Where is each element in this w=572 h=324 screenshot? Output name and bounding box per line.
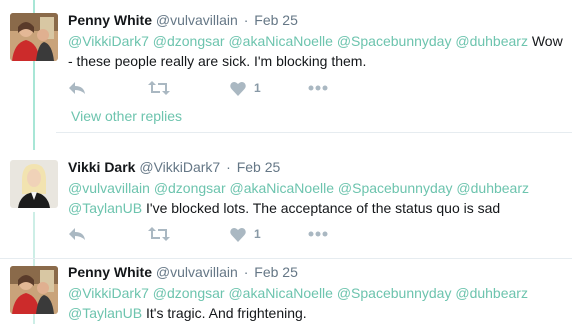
avatar[interactable] [10, 266, 58, 314]
tweet[interactable]: Penny White @vulvavillain · Feb 25 @Vikk… [0, 258, 572, 324]
tweet-date[interactable]: Feb 25 [237, 159, 281, 175]
conversation-thread: Penny White @vulvavillain · Feb 25 @Vikk… [0, 0, 572, 324]
avatar[interactable] [10, 13, 58, 61]
more-button[interactable] [308, 78, 328, 98]
mention-link[interactable]: @akaNicaNoelle [228, 285, 332, 301]
tweet-text: @VikkiDark7 @dzongsar @akaNicaNoelle @Sp… [68, 283, 564, 323]
view-other-replies-link[interactable]: View other replies [71, 108, 182, 124]
like-count: 1 [254, 227, 261, 241]
tweet-text: @VikkiDark7 @dzongsar @akaNicaNoelle @Sp… [68, 31, 564, 71]
user-handle[interactable]: @vulvavillain [156, 12, 238, 28]
tweet-content: Vikki Dark @VikkiDark7 · Feb 25 @vulvavi… [68, 157, 564, 218]
tweet-body: I've blocked lots. The acceptance of the… [146, 200, 501, 216]
tweet-body: It's tragic. And frightening. [146, 305, 307, 321]
tweet-actions: 1 [68, 224, 338, 244]
user-handle[interactable]: @vulvavillain [156, 264, 238, 280]
mention-link[interactable]: @Spacebunnyday [338, 180, 453, 196]
divider [56, 132, 572, 133]
separator-dot: · [243, 264, 249, 280]
mention-link[interactable]: @Spacebunnyday [337, 33, 452, 49]
mention-link[interactable]: @dzongsar [153, 285, 225, 301]
more-icon [308, 85, 328, 91]
mention-link[interactable]: @akaNicaNoelle [230, 180, 334, 196]
mention-link[interactable]: @duhbearz [455, 285, 528, 301]
mention-link[interactable]: @duhbearz [455, 33, 528, 49]
tweet-text: @vulvavillain @dzongsar @akaNicaNoelle @… [68, 178, 564, 218]
display-name[interactable]: Penny White [68, 12, 152, 28]
separator-dot: · [226, 159, 231, 175]
mention-link[interactable]: @Spacebunnyday [337, 285, 452, 301]
retweet-icon [148, 227, 170, 241]
tweet-content: Penny White @vulvavillain · Feb 25 @Vikk… [68, 262, 564, 323]
tweet-actions: 1 [68, 78, 338, 98]
like-count: 1 [254, 81, 261, 95]
heart-icon [230, 81, 246, 96]
user-handle[interactable]: @VikkiDark7 [139, 159, 220, 175]
display-name[interactable]: Penny White [68, 264, 152, 280]
mention-link[interactable]: @dzongsar [153, 33, 225, 49]
tweet-header: Vikki Dark @VikkiDark7 · Feb 25 [68, 157, 564, 177]
mention-link[interactable]: @VikkiDark7 [68, 285, 149, 301]
tweet-header: Penny White @vulvavillain · Feb 25 [68, 262, 564, 282]
retweet-button[interactable] [148, 78, 170, 98]
mention-link[interactable]: @dzongsar [154, 180, 226, 196]
tweet[interactable]: Vikki Dark @VikkiDark7 · Feb 25 @vulvavi… [0, 152, 572, 258]
tweet-date[interactable]: Feb 25 [254, 264, 298, 280]
more-icon [308, 231, 328, 237]
mention-link[interactable]: @vulvavillain [68, 180, 150, 196]
reply-button[interactable] [68, 78, 86, 98]
reply-button[interactable] [68, 224, 86, 244]
like-button[interactable]: 1 [230, 78, 261, 98]
display-name[interactable]: Vikki Dark [68, 159, 135, 175]
retweet-icon [148, 81, 170, 95]
like-button[interactable]: 1 [230, 224, 261, 244]
avatar[interactable] [10, 160, 58, 208]
retweet-button[interactable] [148, 224, 170, 244]
tweet-content: Penny White @vulvavillain · Feb 25 @Vikk… [68, 10, 564, 71]
mention-link[interactable]: @akaNicaNoelle [228, 33, 332, 49]
separator-dot: · [243, 12, 249, 28]
tweet-date[interactable]: Feb 25 [254, 12, 298, 28]
mention-link[interactable]: @TaylanUB [68, 305, 142, 321]
mention-link[interactable]: @TaylanUB [68, 200, 142, 216]
heart-icon [230, 227, 246, 242]
mention-link[interactable]: @VikkiDark7 [68, 33, 149, 49]
tweet-header: Penny White @vulvavillain · Feb 25 [68, 10, 564, 30]
mention-link[interactable]: @duhbearz [456, 180, 529, 196]
reply-icon [69, 228, 85, 240]
more-button[interactable] [308, 224, 328, 244]
reply-icon [69, 82, 85, 94]
tweet[interactable]: Penny White @vulvavillain · Feb 25 @Vikk… [0, 0, 572, 152]
